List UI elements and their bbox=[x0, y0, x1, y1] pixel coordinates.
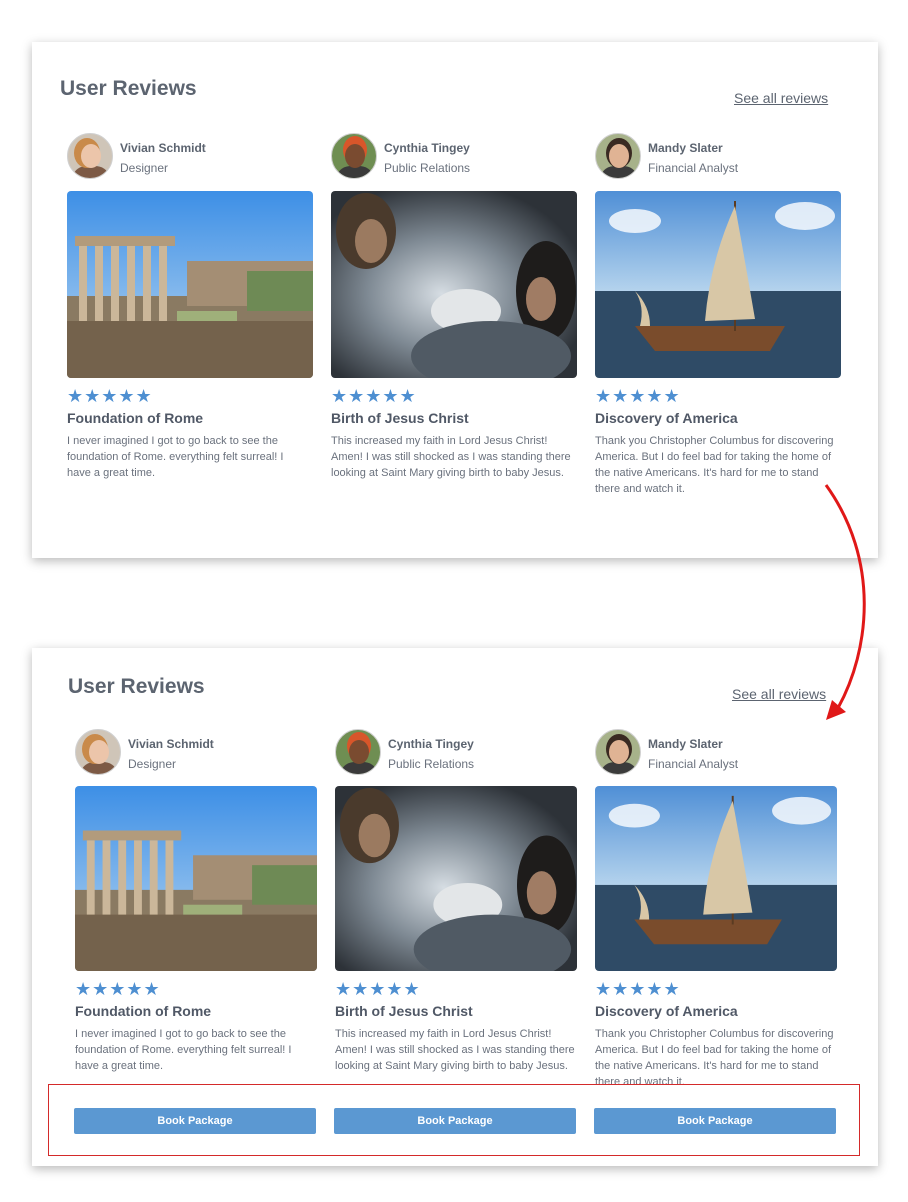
rating-stars: ★★★★★ bbox=[67, 386, 153, 406]
review-title: Birth of Jesus Christ bbox=[331, 410, 469, 426]
review-card-jesus: Cynthia Tingey Public Relations ★★★★★ Bi… bbox=[331, 133, 577, 481]
sailing-ship-photo bbox=[595, 191, 841, 378]
review-card-jesus: Cynthia Tingey Public Relations ★★★★★ Bi… bbox=[335, 729, 577, 1074]
reviewer: Vivian Schmidt Designer bbox=[67, 133, 313, 183]
reviewer-role: Public Relations bbox=[384, 161, 471, 175]
reviewer-role: Financial Analyst bbox=[648, 161, 739, 175]
review-card-america: Mandy Slater Financial Analyst ★★★★★ Dis… bbox=[595, 133, 841, 497]
section-heading: User Reviews bbox=[60, 77, 197, 100]
review-text: Thank you Christopher Columbus for disco… bbox=[595, 435, 834, 495]
review-title: Discovery of America bbox=[595, 410, 738, 426]
reviewer-name: Cynthia Tingey bbox=[388, 737, 474, 751]
reviewer-name: Vivian Schmidt bbox=[128, 737, 214, 751]
reviewer: Cynthia Tingey Public Relations bbox=[331, 133, 577, 183]
rome-ruins-photo bbox=[67, 191, 313, 378]
review-text: Thank you Christopher Columbus for disco… bbox=[595, 1028, 834, 1088]
avatar bbox=[595, 133, 641, 179]
rating-stars: ★★★★★ bbox=[595, 386, 681, 406]
reviewer-role: Financial Analyst bbox=[648, 757, 739, 771]
reviewer-role: Public Relations bbox=[388, 757, 475, 771]
review-title: Birth of Jesus Christ bbox=[335, 1003, 473, 1019]
reviewer-name: Cynthia Tingey bbox=[384, 141, 470, 155]
nativity-photo bbox=[335, 786, 577, 971]
avatar bbox=[75, 729, 121, 775]
reviewer: Mandy Slater Financial Analyst bbox=[595, 729, 837, 779]
avatar bbox=[335, 729, 381, 775]
annotation-highlight-box bbox=[48, 1084, 860, 1156]
rating-stars: ★★★★★ bbox=[331, 386, 417, 406]
review-text: This increased my faith in Lord Jesus Ch… bbox=[331, 435, 571, 479]
reviewer-name: Vivian Schmidt bbox=[120, 141, 206, 155]
review-title: Foundation of Rome bbox=[67, 410, 204, 426]
rating-stars: ★★★★★ bbox=[75, 979, 161, 999]
avatar bbox=[595, 729, 641, 775]
rome-ruins-photo bbox=[75, 786, 317, 971]
review-card-america: Mandy Slater Financial Analyst ★★★★★ Dis… bbox=[595, 729, 837, 1090]
avatar bbox=[67, 133, 113, 179]
review-card-rome: Vivian Schmidt Designer ★★★★★ Foundation… bbox=[75, 729, 317, 1074]
review-title: Foundation of Rome bbox=[75, 1003, 212, 1019]
reviewer: Cynthia Tingey Public Relations bbox=[335, 729, 577, 779]
reviewer-name: Mandy Slater bbox=[648, 737, 723, 751]
reviewer: Mandy Slater Financial Analyst bbox=[595, 133, 841, 183]
review-title: Discovery of America bbox=[595, 1003, 738, 1019]
avatar bbox=[331, 133, 377, 179]
review-text: I never imagined I got to go back to see… bbox=[75, 1028, 292, 1072]
reviewer-role: Designer bbox=[120, 161, 169, 175]
review-text: I never imagined I got to go back to see… bbox=[67, 435, 284, 479]
rating-stars: ★★★★★ bbox=[595, 979, 681, 999]
rating-stars: ★★★★★ bbox=[335, 979, 421, 999]
reviewer-name: Mandy Slater bbox=[648, 141, 723, 155]
review-text: This increased my faith in Lord Jesus Ch… bbox=[335, 1028, 575, 1072]
section-heading: User Reviews bbox=[68, 675, 205, 698]
review-card-rome: Vivian Schmidt Designer ★★★★★ Foundation… bbox=[67, 133, 313, 481]
reviewer: Vivian Schmidt Designer bbox=[75, 729, 317, 779]
sailing-ship-photo bbox=[595, 786, 837, 971]
see-all-reviews-link[interactable]: See all reviews bbox=[732, 686, 826, 702]
reviews-panel-before: User Reviews See all reviews Vivian Schm… bbox=[32, 42, 878, 558]
see-all-reviews-link[interactable]: See all reviews bbox=[734, 90, 828, 106]
nativity-photo bbox=[331, 191, 577, 378]
reviewer-role: Designer bbox=[128, 757, 177, 771]
